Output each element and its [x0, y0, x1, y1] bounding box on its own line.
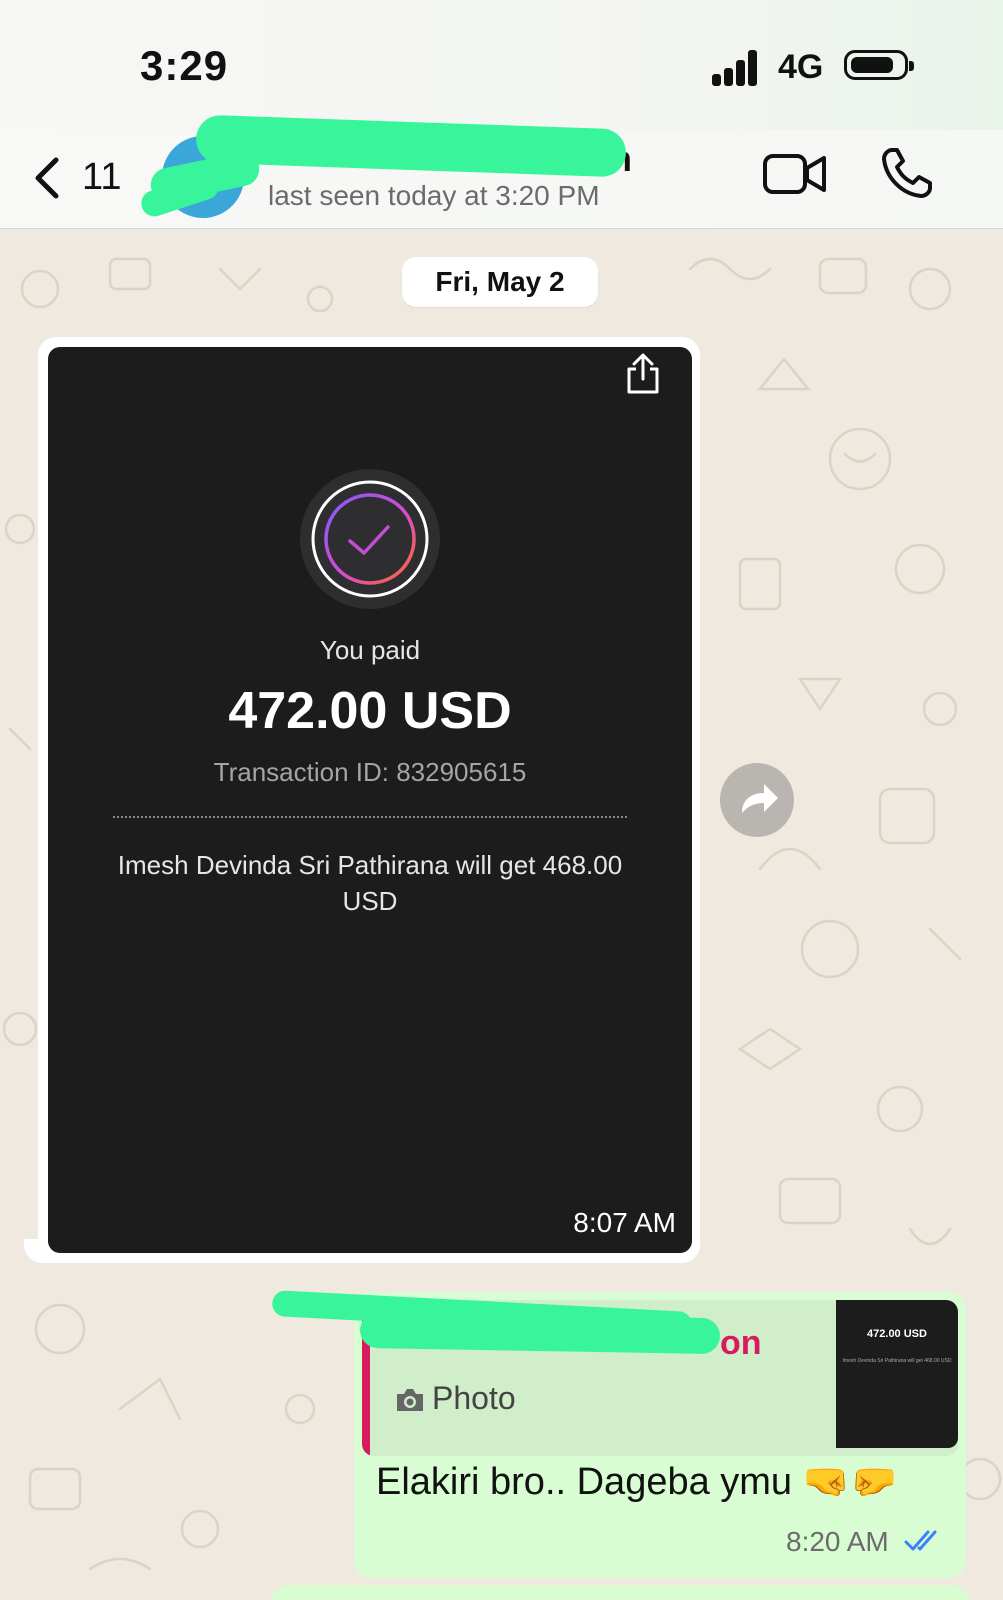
- network-label: 4G: [778, 48, 824, 86]
- message-time: 8:07 AM: [573, 1207, 676, 1238]
- status-time: 3:29: [140, 42, 229, 89]
- success-check-icon: [300, 469, 440, 609]
- chat-header: 11 on last seen today at 3:20 PM: [0, 114, 1003, 229]
- message-time: 8:20 AM: [786, 1526, 889, 1557]
- transaction-id: Transaction ID: 832905615: [213, 757, 527, 787]
- unread-count: 11: [82, 156, 122, 198]
- you-paid-label: You paid: [319, 635, 421, 665]
- forward-button[interactable]: [720, 763, 794, 837]
- message-text: Elakiri bro.. Dageba ymu 🤜🤛: [376, 1461, 898, 1503]
- chat-area[interactable]: Fri, May 2 You paid 472.00 USD Transacti…: [0, 229, 1003, 1600]
- quoted-thumbnail: 472.00 USD Imesh Devinda Sri Pathirana w…: [836, 1300, 958, 1448]
- quoted-type-label: Photo: [432, 1380, 516, 1416]
- forward-arrow-icon: [742, 784, 778, 813]
- payment-screenshot[interactable]: You paid 472.00 USD Transaction ID: 8329…: [48, 347, 692, 1253]
- phone-icon: [882, 148, 932, 198]
- divider: [113, 816, 627, 818]
- read-receipt-icon: [904, 1530, 937, 1551]
- voice-call-button[interactable]: [878, 144, 936, 202]
- redaction-mark: [359, 1311, 721, 1355]
- thumb-amount: 472.00 USD: [867, 1328, 927, 1340]
- incoming-photo-message[interactable]: You paid 472.00 USD Transaction ID: 8329…: [38, 337, 700, 1263]
- battery-icon: [844, 50, 914, 80]
- camera-icon: [397, 1389, 423, 1411]
- recipient-amount: Imesh Devinda Sri Pathirana will get 468…: [117, 850, 623, 916]
- last-seen-status: last seen today at 3:20 PM: [268, 180, 600, 211]
- signal-icon: [712, 50, 766, 86]
- video-call-button[interactable]: [762, 150, 828, 198]
- thumb-recipient: Imesh Devinda Sri Pathirana will get 468…: [842, 1358, 952, 1364]
- back-button[interactable]: 11: [30, 152, 130, 202]
- quoted-type: Photo: [394, 1380, 516, 1417]
- quoted-sender-visible: on: [720, 1324, 762, 1362]
- chevron-left-icon: [35, 157, 59, 199]
- date-separator: Fri, May 2: [402, 257, 598, 307]
- share-icon[interactable]: [624, 353, 662, 395]
- paid-amount: 472.00 USD: [228, 682, 512, 740]
- video-camera-icon: [763, 154, 826, 194]
- status-bar: 3:29 4G: [0, 0, 1003, 130]
- outgoing-message-partial[interactable]: [270, 1585, 970, 1600]
